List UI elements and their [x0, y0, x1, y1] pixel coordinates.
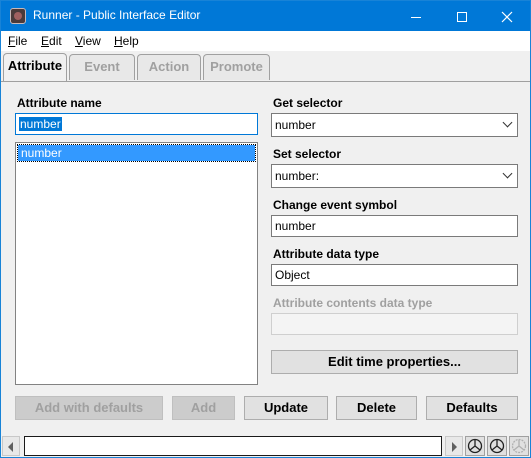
arrow-right-icon: [452, 442, 457, 452]
update-button[interactable]: Update: [244, 396, 328, 420]
editor-window: Runner - Public Interface Editor File Ed…: [0, 0, 531, 458]
app-icon[interactable]: [10, 8, 26, 24]
add-button[interactable]: Add: [172, 396, 235, 420]
tab-promote[interactable]: Promote: [203, 54, 270, 80]
set-selector-label: Set selector: [273, 147, 342, 161]
scroll-right-button[interactable]: [445, 436, 463, 456]
chevron-down-icon: [502, 168, 513, 179]
tab-divider: [1, 81, 530, 82]
arrow-left-icon: [8, 442, 13, 452]
defaults-button[interactable]: Defaults: [426, 396, 518, 420]
menu-file[interactable]: File: [8, 34, 27, 48]
title-bar[interactable]: Runner - Public Interface Editor: [1, 1, 530, 31]
get-selector-combo[interactable]: number: [271, 113, 518, 137]
tab-attribute[interactable]: Attribute: [3, 53, 67, 81]
delete-button[interactable]: Delete: [336, 396, 417, 420]
list-item[interactable]: number: [17, 144, 256, 162]
contents-type-label: Attribute contents data type: [273, 296, 433, 310]
status-bar: [1, 434, 530, 457]
attribute-list[interactable]: number: [15, 142, 258, 385]
tab-strip: Attribute Event Action Promote: [1, 51, 530, 81]
add-with-defaults-button[interactable]: Add with defaults: [15, 396, 163, 420]
tab-action[interactable]: Action: [137, 54, 201, 80]
workspace-icon[interactable]: [465, 436, 485, 456]
set-selector-combo[interactable]: number:: [271, 164, 518, 188]
attribute-name-label: Attribute name: [17, 96, 102, 110]
tab-event[interactable]: Event: [69, 54, 135, 80]
close-icon: [501, 11, 513, 23]
get-selector-value: number: [275, 118, 316, 132]
data-type-label: Attribute data type: [273, 247, 380, 261]
data-type-input[interactable]: Object: [271, 264, 518, 286]
attribute-name-input[interactable]: number: [15, 113, 258, 135]
set-selector-value: number:: [275, 169, 320, 183]
contents-type-input[interactable]: [271, 313, 518, 335]
edit-time-properties-button[interactable]: Edit time properties...: [271, 350, 518, 374]
menu-bar: File Edit View Help: [1, 31, 530, 51]
menu-edit[interactable]: Edit: [41, 34, 62, 48]
menu-view[interactable]: View: [75, 34, 101, 48]
minimize-button[interactable]: [393, 1, 439, 31]
workspace-icon[interactable]: [487, 436, 507, 456]
chevron-down-icon: [502, 117, 513, 128]
status-field[interactable]: [24, 436, 442, 456]
workspace-icon-disabled[interactable]: [509, 436, 529, 456]
maximize-icon: [457, 12, 467, 23]
change-event-input[interactable]: number: [271, 215, 518, 237]
maximize-button[interactable]: [439, 1, 485, 31]
change-event-label: Change event symbol: [273, 198, 398, 212]
minimize-icon: [411, 16, 421, 18]
close-button[interactable]: [484, 1, 530, 31]
window-title: Runner - Public Interface Editor: [33, 8, 201, 22]
menu-help[interactable]: Help: [114, 34, 139, 48]
scroll-left-button[interactable]: [2, 436, 20, 456]
get-selector-label: Get selector: [273, 96, 343, 110]
